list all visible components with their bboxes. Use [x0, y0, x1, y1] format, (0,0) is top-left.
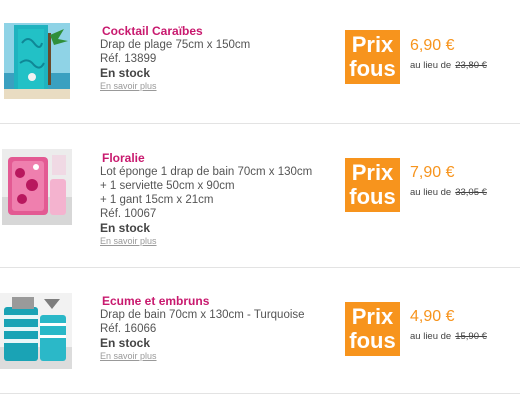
product-reference: Réf. 16066 [100, 323, 157, 335]
previous-price-label: au lieu de [410, 60, 452, 71]
prix-fous-badge: Prix fous [345, 30, 400, 84]
separator [0, 393, 520, 394]
previous-price: au lieu de 23,80 € [410, 60, 487, 71]
product-name[interactable]: Ecume et embruns [102, 294, 209, 308]
current-price: 4,90 € [410, 308, 455, 325]
previous-price: au lieu de 33,05 € [410, 187, 487, 198]
badge-text-top: Prix [351, 304, 394, 329]
current-price: 7,90 € [410, 164, 455, 181]
more-info-link[interactable]: En savoir plus [100, 236, 157, 246]
previous-price: au lieu de 15,90 € [410, 331, 487, 342]
badge-text-bottom: fous [349, 56, 396, 81]
product-description-line: Drap de plage 75cm x 150cm [100, 39, 251, 51]
product-image[interactable] [2, 149, 72, 225]
stock-status: En stock [100, 66, 151, 80]
product-name[interactable]: Floralie [102, 151, 145, 165]
product-reference: Réf. 10067 [100, 208, 157, 220]
badge-text-bottom: fous [349, 184, 396, 209]
product-name[interactable]: Cocktail Caraïbes [102, 24, 203, 38]
product-description-line: + 1 serviette 50cm x 90cm [100, 180, 235, 192]
stock-status: En stock [100, 221, 151, 235]
product-description-line: + 1 gant 15cm x 21cm [100, 194, 214, 206]
badge-text-top: Prix [351, 160, 394, 185]
current-price: 6,90 € [410, 37, 455, 54]
separator [0, 267, 520, 268]
more-info-link[interactable]: En savoir plus [100, 351, 157, 361]
product-description-line: Lot éponge 1 drap de bain 70cm x 130cm [100, 166, 313, 178]
old-price: 33,05 € [455, 187, 487, 198]
more-info-link[interactable]: En savoir plus [100, 81, 157, 91]
previous-price-label: au lieu de [410, 187, 452, 198]
product-image[interactable] [4, 23, 70, 99]
prix-fous-badge: Prix fous [345, 158, 400, 212]
stock-status: En stock [100, 336, 151, 350]
old-price: 15,90 € [455, 331, 487, 342]
separator [0, 123, 520, 124]
previous-price-label: au lieu de [410, 331, 452, 342]
badge-text-bottom: fous [349, 328, 396, 353]
badge-text-top: Prix [351, 32, 394, 57]
old-price: 23,80 € [455, 60, 487, 71]
product-reference: Réf. 13899 [100, 53, 157, 65]
product-description-line: Drap de bain 70cm x 130cm - Turquoise [100, 309, 305, 321]
product-image[interactable] [0, 293, 72, 369]
prix-fous-badge: Prix fous [345, 302, 400, 356]
